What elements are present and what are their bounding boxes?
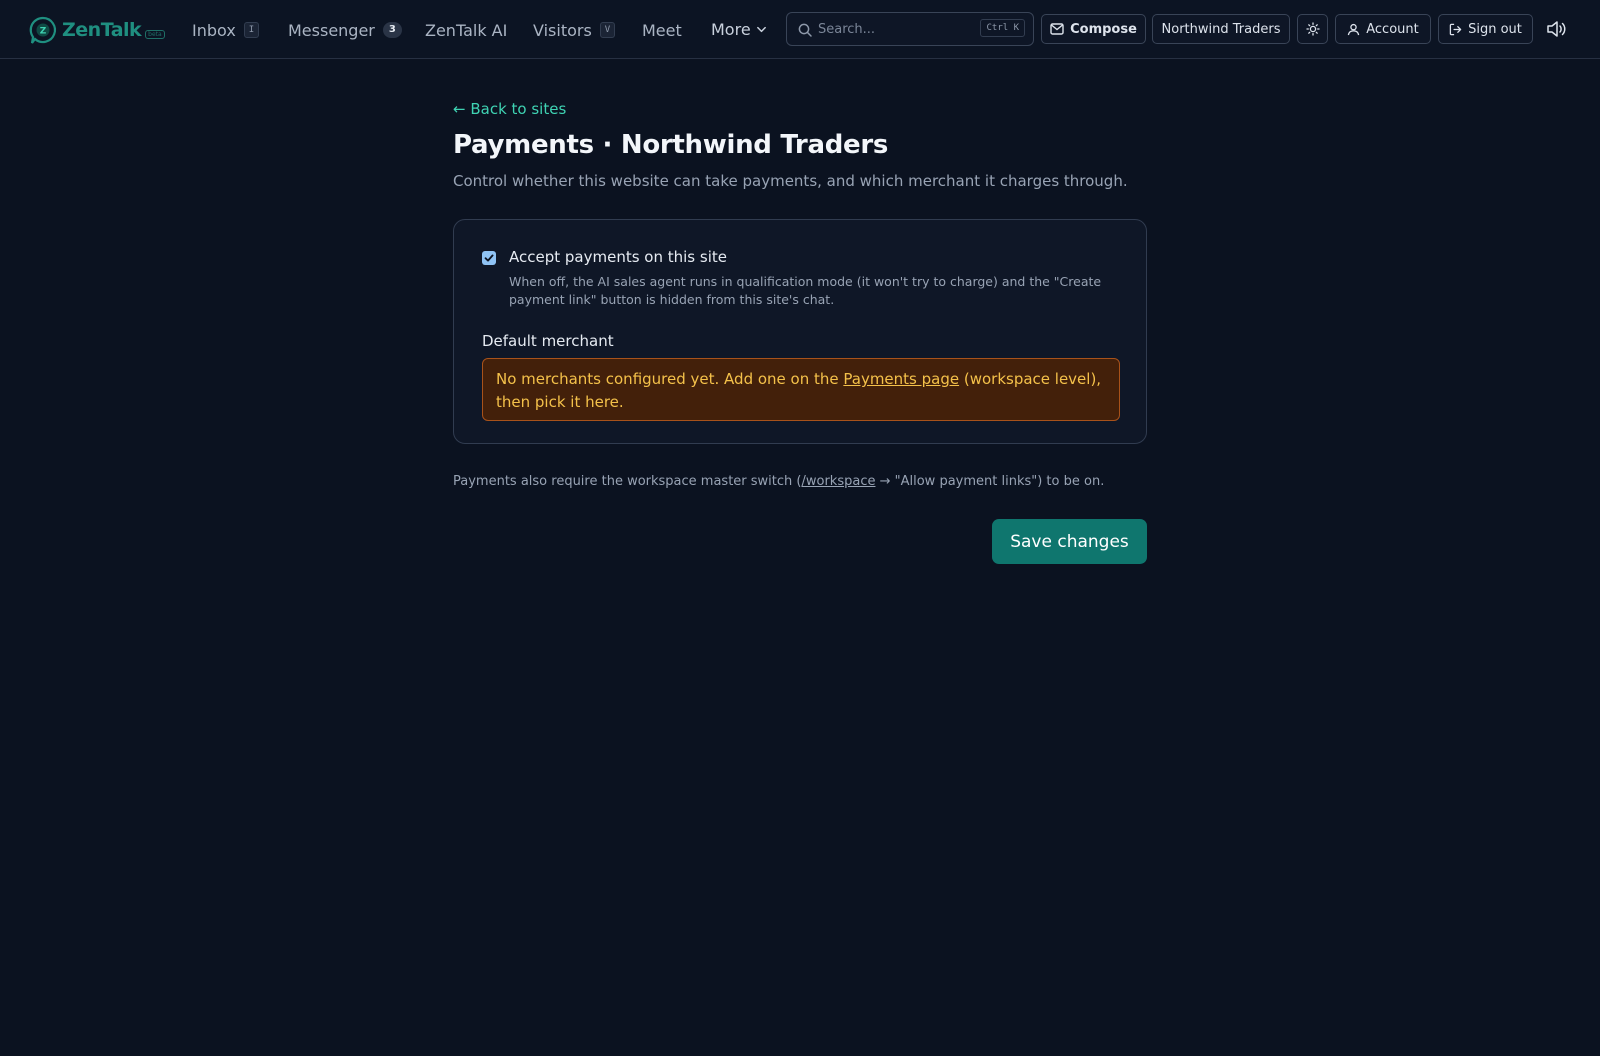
nav-ai-label: ZenTalk AI (425, 20, 508, 40)
nav-messenger-label: Messenger (288, 20, 375, 40)
nav-inbox-shortcut: I (243, 22, 260, 38)
brand-tag: beta (145, 29, 165, 39)
search-input[interactable] (818, 19, 968, 39)
save-changes-button[interactable]: Save changes (992, 519, 1147, 564)
compose-button[interactable]: Compose (1041, 14, 1146, 44)
nav-visitors-label: Visitors (533, 20, 592, 40)
top-nav: Z ZenTalk beta Inbox I Messenger 3 ZenTa… (0, 0, 1600, 59)
sun-icon (1305, 22, 1320, 36)
no-merchants-warning: No merchants configured yet. Add one on … (482, 358, 1120, 421)
theme-toggle-button[interactable] (1297, 14, 1328, 44)
page-title: Payments · Northwind Traders (453, 130, 889, 160)
accept-payments-checkbox[interactable] (482, 251, 496, 265)
nav-inbox[interactable]: Inbox I (192, 19, 260, 41)
log-out-icon (1449, 23, 1462, 35)
sign-out-label: Sign out (1468, 21, 1522, 37)
global-search[interactable]: Ctrl K (786, 12, 1034, 46)
checkmark-icon (484, 254, 494, 262)
chat-bubble-logo-icon: Z (29, 16, 57, 44)
sign-out-button[interactable]: Sign out (1438, 14, 1533, 44)
brand-logo[interactable]: Z ZenTalk beta (28, 14, 165, 46)
warning-text-start: No merchants configured yet. Add one on … (496, 370, 844, 388)
search-icon (798, 23, 812, 37)
nav-more-menu[interactable]: More (711, 18, 767, 40)
payments-settings-card: Accept payments on this site When off, t… (453, 219, 1147, 444)
back-to-sites-link[interactable]: ← Back to sites (453, 100, 566, 118)
svg-text:Z: Z (40, 27, 47, 37)
nav-messenger[interactable]: Messenger 3 (288, 19, 402, 41)
brand-name: ZenTalk (62, 19, 142, 41)
site-switcher-label: Northwind Traders (1161, 21, 1281, 37)
user-icon (1347, 23, 1360, 35)
footnote-text-start: Payments also require the workspace mast… (453, 474, 802, 489)
nav-meet[interactable]: Meet (642, 19, 682, 41)
volume-icon[interactable] (1545, 18, 1567, 40)
nav-visitors[interactable]: Visitors V (533, 19, 616, 41)
workspace-switch-note: Payments also require the workspace mast… (453, 474, 1104, 489)
accept-payments-help: When off, the AI sales agent runs in qua… (509, 274, 1102, 307)
workspace-link[interactable]: /workspace (801, 474, 875, 489)
messenger-count-badge: 3 (382, 22, 402, 38)
accept-payments-label[interactable]: Accept payments on this site (509, 248, 727, 266)
search-shortcut-hint: Ctrl K (980, 19, 1025, 37)
nav-inbox-label: Inbox (192, 20, 236, 40)
payments-page-link[interactable]: Payments page (843, 370, 959, 388)
nav-visitors-shortcut: V (599, 22, 616, 38)
chevron-down-icon (756, 26, 766, 32)
page-subtitle: Control whether this website can take pa… (453, 172, 1128, 190)
account-label: Account (1366, 21, 1419, 37)
nav-zentalk-ai[interactable]: ZenTalk AI (425, 19, 507, 41)
account-button[interactable]: Account (1335, 14, 1431, 44)
default-merchant-label: Default merchant (482, 332, 614, 350)
nav-meet-label: Meet (642, 20, 682, 40)
site-switcher-button[interactable]: Northwind Traders (1152, 14, 1290, 44)
compose-label: Compose (1070, 21, 1137, 37)
nav-more-label: More (711, 19, 751, 39)
footnote-text-end: → "Allow payment links") to be on. (875, 474, 1105, 489)
mail-icon (1050, 23, 1064, 35)
